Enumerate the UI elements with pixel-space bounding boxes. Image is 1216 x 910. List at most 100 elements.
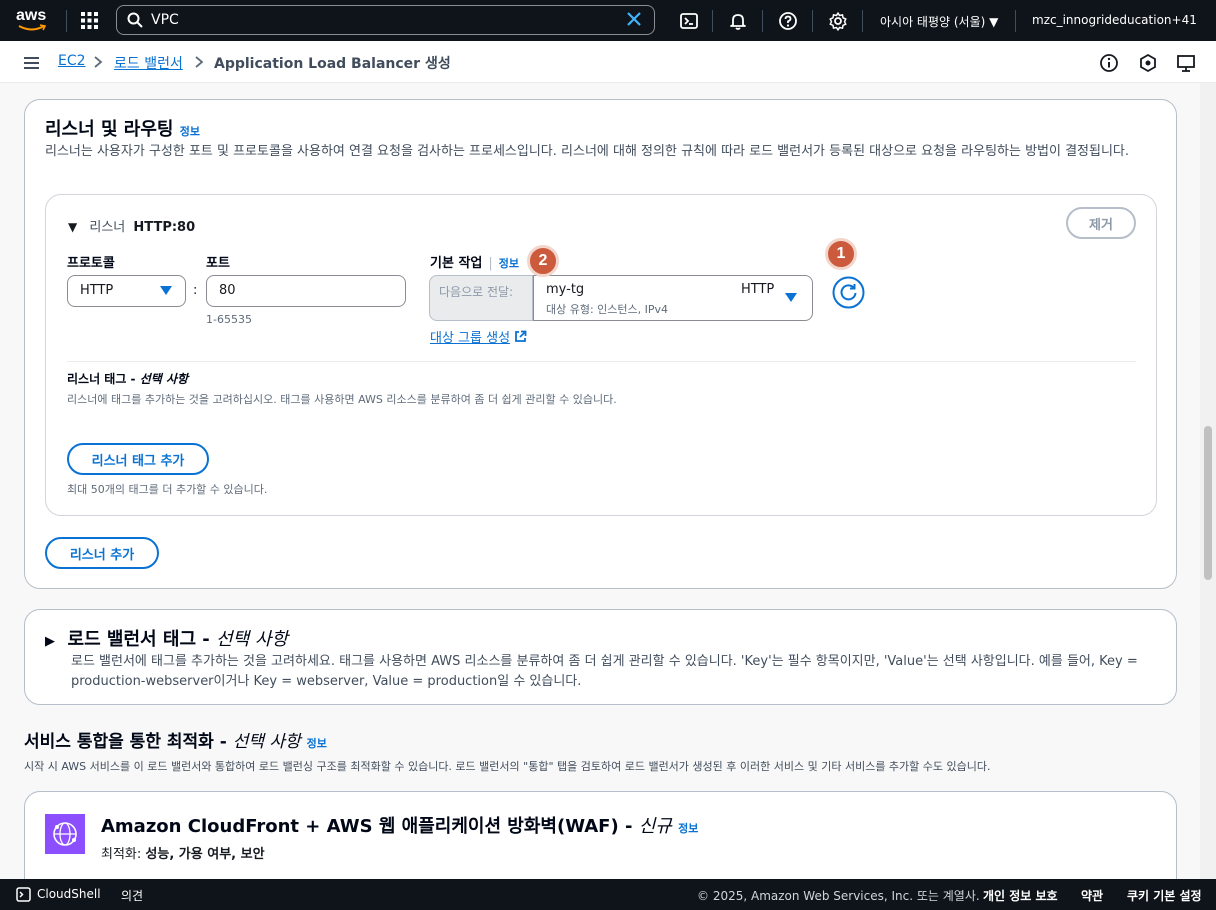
default-action-text: 기본 작업	[430, 256, 483, 271]
card-title-text: Amazon CloudFront + AWS 웹 애플리케이션 방화벽(WAF…	[101, 816, 639, 837]
tags-optional-text: 선택 사항	[139, 372, 189, 386]
caret-down-icon	[785, 293, 797, 302]
protocol-value: HTTP	[80, 283, 114, 298]
tags-title-text: 리스너 태그 -	[67, 372, 140, 386]
port-label: 포트	[206, 256, 230, 271]
chevron-right-icon	[195, 56, 204, 68]
clear-search-icon[interactable]	[626, 11, 642, 27]
page-scrollbar[interactable]	[1200, 83, 1216, 879]
create-target-group-link[interactable]: 대상 그룹 생성	[430, 327, 527, 346]
info-link[interactable]: 정보	[499, 257, 519, 270]
remove-listener-button[interactable]: 제거	[1066, 207, 1136, 239]
divider	[712, 10, 713, 32]
cookie-preferences-link[interactable]: 쿠키 기본 설정	[1127, 887, 1202, 904]
copyright-text: © 2025, Amazon Web Services, Inc. 또는 계열사…	[697, 889, 980, 903]
info-link[interactable]: 정보	[678, 822, 698, 835]
breadcrumb-bar: EC2 로드 밸런서 Application Load Balancer 생성	[0, 41, 1216, 83]
add-listener-button[interactable]: 리스너 추가	[45, 537, 159, 569]
lb-tags-description: 로드 밸런서에 태그를 추가하는 것을 고려하세요. 태그를 사용하면 AWS …	[71, 654, 1138, 689]
step-badge-2: 2	[527, 245, 559, 277]
create-target-group-text: 대상 그룹 생성	[430, 331, 511, 346]
chevron-right-icon	[94, 56, 103, 68]
tag-limit-hint: 최대 50개의 태그를 더 추가할 수 있습니다.	[67, 483, 268, 496]
breadcrumb-load-balancers[interactable]: 로드 밸런서	[114, 53, 183, 73]
listeners-routing-panel: 리스너 및 라우팅 정보 리스너는 사용자가 구성한 포트 및 프로토콜을 사용…	[24, 99, 1177, 589]
lb-tags-expander[interactable]: ▶ 로드 밸런서 태그 - 선택 사항	[45, 625, 288, 651]
integration-description: 시작 시 AWS 서비스를 이 로드 밸런서와 통합하여 로드 밸런싱 구조를 …	[24, 760, 991, 773]
cloudfront-optimize: 최적화: 성능, 가용 여부, 보안	[101, 843, 265, 862]
protocol-label: 프로토콜	[67, 256, 115, 271]
listeners-section-title: 리스너 및 라우팅 정보	[45, 115, 200, 141]
region-selector[interactable]: 아시아 태평양 (서울) ▼	[880, 13, 998, 30]
add-listener-tag-button[interactable]: 리스너 태그 추가	[67, 443, 209, 475]
default-action-label: 기본 작업 | 정보	[430, 256, 520, 271]
listener-prefix: 리스너	[89, 220, 126, 235]
notifications-hexagon-icon[interactable]	[1138, 53, 1158, 73]
divider	[812, 10, 813, 32]
optimize-label: 최적화:	[101, 847, 146, 862]
search-box[interactable]	[116, 5, 655, 35]
notifications-bell-icon[interactable]	[728, 11, 748, 31]
caret-right-filled-icon: ▶	[45, 634, 55, 649]
info-link[interactable]: 정보	[307, 737, 327, 750]
top-navigation-bar: aws 아시아 태평양 (서울) ▼ mzc_innogrideducation…	[0, 0, 1216, 41]
integration-optional: 선택 사항	[232, 732, 301, 752]
divider	[66, 10, 67, 32]
lb-tags-title: 로드 밸런서 태그 -	[67, 629, 217, 650]
caret-down-filled-icon: ▼	[68, 220, 78, 234]
integration-title-text: 서비스 통합을 통한 최적화 -	[24, 732, 233, 752]
aws-smile-icon	[18, 24, 46, 31]
listener-expander[interactable]: ▼ 리스너 HTTP:80	[68, 216, 195, 235]
cloudshell-link[interactable]: CloudShell	[37, 887, 101, 901]
cloudfront-card-title: Amazon CloudFront + AWS 웹 애플리케이션 방화벽(WAF…	[101, 812, 698, 838]
lb-tags-optional: 선택 사항	[216, 629, 288, 650]
listener-card: ▼ 리스너 HTTP:80 제거 프로토콜 HTTP : 포트 80 1-655…	[45, 194, 1157, 516]
listener-name: HTTP:80	[133, 220, 196, 235]
settings-gear-icon[interactable]	[828, 11, 848, 31]
cloudshell-icon[interactable]	[679, 11, 699, 31]
info-circle-icon[interactable]	[1099, 53, 1119, 73]
menu-hamburger-icon[interactable]	[24, 57, 39, 69]
protocol-select[interactable]: HTTP	[67, 275, 186, 307]
scrollbar-thumb[interactable]	[1204, 426, 1212, 580]
terms-link[interactable]: 약관	[1081, 887, 1103, 904]
target-group-protocol: HTTP	[741, 282, 775, 297]
forward-to-label-box: 다음으로 전달:	[429, 275, 533, 321]
cloudfront-service-icon	[45, 814, 85, 854]
divider	[862, 10, 863, 32]
aws-logo-text: aws	[16, 7, 47, 24]
refresh-icon[interactable]	[832, 276, 865, 309]
aws-logo[interactable]: aws	[16, 8, 50, 32]
help-icon[interactable]	[778, 11, 798, 31]
info-link[interactable]: 정보	[180, 125, 200, 138]
port-input[interactable]: 80	[206, 275, 406, 307]
cloudshell-icon	[16, 887, 31, 902]
listener-tags-title: 리스너 태그 - 선택 사항	[67, 370, 188, 387]
colon-separator: :	[193, 283, 198, 298]
target-group-name: my-tg	[546, 282, 585, 297]
target-group-detail: 대상 유형: 인스턴스, IPv4	[546, 303, 669, 316]
divider	[1015, 10, 1016, 32]
account-menu[interactable]: mzc_innogrideducation+41	[1032, 13, 1197, 27]
listeners-section-description: 리스너는 사용자가 구성한 포트 및 프로토콜을 사용하여 연결 요청을 검사하…	[45, 144, 1130, 159]
target-group-select[interactable]: my-tg HTTP 대상 유형: 인스턴스, IPv4	[533, 275, 813, 321]
port-range-hint: 1-65535	[206, 313, 252, 326]
search-icon	[127, 12, 143, 28]
main-content: 리스너 및 라우팅 정보 리스너는 사용자가 구성한 포트 및 프로토콜을 사용…	[0, 83, 1200, 879]
search-input[interactable]	[151, 10, 611, 30]
caret-down-icon	[160, 286, 172, 295]
integration-section-title: 서비스 통합을 통한 최적화 - 선택 사항 정보	[24, 727, 327, 752]
external-link-icon	[515, 330, 527, 342]
divider	[762, 10, 763, 32]
step-badge-1: 1	[825, 238, 857, 270]
privacy-link[interactable]: 개인 정보 보호	[983, 887, 1058, 904]
cloudfront-waf-card: Amazon CloudFront + AWS 웹 애플리케이션 방화벽(WAF…	[24, 791, 1177, 879]
feedback-screen-icon[interactable]	[1176, 53, 1196, 73]
feedback-link[interactable]: 의견	[121, 887, 143, 904]
port-value: 80	[219, 283, 236, 298]
divider	[67, 361, 1136, 362]
services-grid-icon[interactable]	[81, 12, 98, 29]
forward-label: 다음으로 전달:	[439, 285, 514, 299]
card-new-label: 신규	[638, 816, 672, 837]
breadcrumb-ec2[interactable]: EC2	[58, 53, 86, 69]
